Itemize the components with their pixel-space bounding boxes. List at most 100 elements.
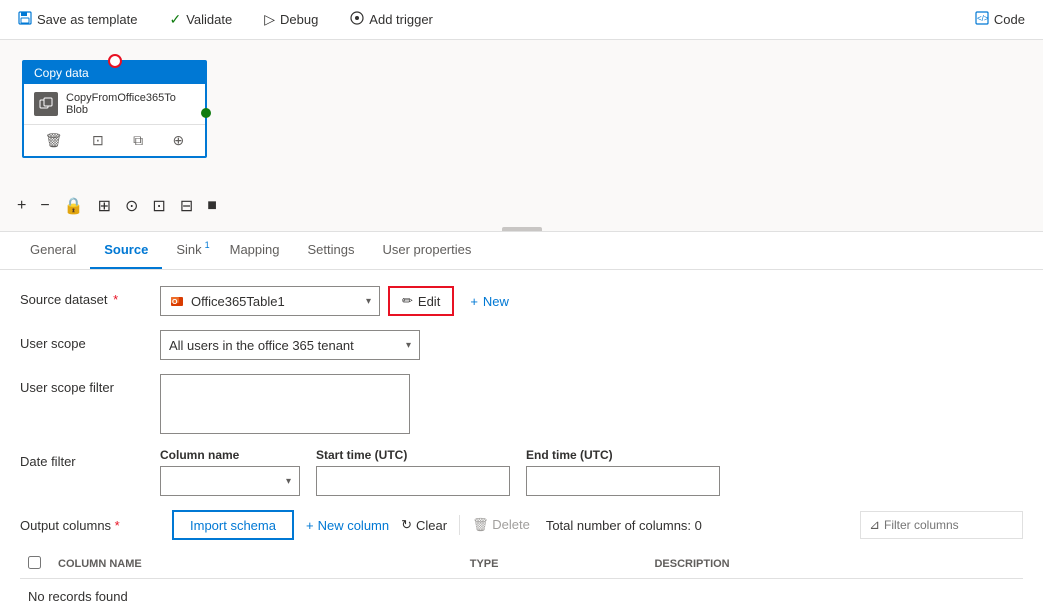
filter-columns-input[interactable] [884,518,1014,532]
column-name-col: Column name ▾ [160,448,300,496]
node-clone-button[interactable]: ⧉ [127,129,149,152]
select-all-checkbox[interactable] [28,556,41,569]
arrange-button[interactable]: ⊟ [175,193,198,219]
node-run-button[interactable]: ⊕ [167,129,191,152]
clear-button[interactable]: ↻ Clear [401,517,447,533]
source-dataset-value: Office365Table1 [191,294,360,309]
no-records-row: No records found [20,579,1023,609]
save-template-icon [18,11,32,28]
edit-button[interactable]: ✏ Edit [388,286,454,316]
add-trigger-icon [350,11,364,28]
user-scope-controls: All users in the office 365 tenant ▾ [160,330,1023,360]
new-column-button[interactable]: + New column [306,518,389,533]
zoom-out-button[interactable]: − [35,194,54,218]
end-time-label: End time (UTC) [526,448,720,462]
description-th: DESCRIPTION [646,550,1023,579]
source-dataset-controls: O Office365Table1 ▾ ✏ Edit + New [160,286,1023,316]
tab-general[interactable]: General [16,232,90,269]
code-button[interactable]: </> Code [969,7,1031,32]
import-schema-button[interactable]: Import schema [172,510,294,540]
delete-icon: 🗑 [472,517,489,532]
start-time-input[interactable] [316,466,510,496]
source-dataset-row: Source dataset * O Office365Table1 ▾ ✏ E… [20,286,1023,316]
end-time-input[interactable] [526,466,720,496]
start-time-col: Start time (UTC) [316,448,510,496]
tab-mapping[interactable]: Mapping [216,232,294,269]
node-type-icon [34,92,58,116]
save-template-button[interactable]: Save as template [12,7,143,32]
no-records-cell: No records found [20,579,1023,609]
code-label: Code [994,12,1025,27]
lock-button[interactable]: 🔒 [59,193,89,219]
output-columns-label: Output columns * [20,518,160,533]
table-header-row: COLUMN NAME TYPE DESCRIPTION [20,550,1023,579]
end-time-col: End time (UTC) [526,448,720,496]
user-scope-dropdown[interactable]: All users in the office 365 tenant ▾ [160,330,420,360]
user-scope-value: All users in the office 365 tenant [169,338,400,353]
sink-tab-badge: 1 [205,240,210,250]
add-trigger-button[interactable]: Add trigger [344,7,439,32]
filter-columns-wrap: ⊿ [860,511,1023,539]
node-status-dot [201,108,211,118]
tabs-panel: General Source Sink 1 Mapping Settings U… [0,232,1043,270]
debug-button[interactable]: ▷ Debug [258,7,324,32]
save-template-label: Save as template [37,12,137,27]
delete-button[interactable]: 🗑 Delete [472,517,530,533]
properties-area: Source dataset * O Office365Table1 ▾ ✏ E… [0,270,1043,608]
debug-label: Debug [280,12,318,27]
svg-text:O: O [172,299,178,306]
user-scope-row: User scope All users in the office 365 t… [20,330,1023,360]
select-all-th [20,550,50,579]
source-dataset-chevron: ▾ [366,296,371,307]
date-filter-fields: Column name ▾ Start time (UTC) End time … [160,448,720,496]
filter-icon: ⊿ [869,517,880,533]
date-filter-row: Date filter Column name ▾ Start time (UT… [20,448,1023,496]
fit-button[interactable]: ⊞ [93,193,116,219]
refresh-icon: ↻ [401,517,412,533]
user-scope-filter-controls [160,374,1023,434]
debug-icon: ▷ [264,11,275,28]
copy-data-node[interactable]: Copy data CopyFromOffice365ToBlob 🗑 ⊡ ⧉ … [22,60,207,158]
new-icon: + [470,294,478,309]
new-button[interactable]: + New [462,290,517,313]
node-copy-button[interactable]: ⊡ [86,129,110,152]
source-dataset-label: Source dataset * [20,286,160,307]
source-dataset-dropdown[interactable]: O Office365Table1 ▾ [160,286,380,316]
user-scope-filter-row: User scope filter [20,374,1023,434]
edit-icon: ✏ [402,293,413,309]
office365-icon: O [169,293,185,309]
validate-icon: ✓ [169,11,181,28]
tab-sink[interactable]: Sink 1 [162,232,215,269]
center-button[interactable]: ⊙ [120,193,143,219]
user-scope-filter-input[interactable] [160,374,410,434]
minimap-button[interactable]: ■ [202,194,222,218]
zoom-in-button[interactable]: + [12,194,31,218]
columns-table: COLUMN NAME TYPE DESCRIPTION No records … [20,550,1023,608]
column-name-th: COLUMN NAME [50,550,462,579]
code-icon: </> [975,11,989,28]
tab-user-properties[interactable]: User properties [368,232,485,269]
select-button[interactable]: ⊡ [147,193,170,219]
column-name-label: Column name [160,448,300,462]
column-name-chevron: ▾ [286,476,291,487]
svg-text:</>: </> [977,14,989,23]
node-body: CopyFromOffice365ToBlob [24,84,205,124]
node-circle-indicator [108,54,122,68]
date-filter-label: Date filter [20,448,160,469]
column-name-dropdown[interactable]: ▾ [160,466,300,496]
start-time-label: Start time (UTC) [316,448,510,462]
tab-source[interactable]: Source [90,232,162,269]
new-column-icon: + [306,518,314,533]
total-columns-count: Total number of columns: 0 [546,518,702,533]
user-scope-filter-label: User scope filter [20,374,160,395]
user-scope-label: User scope [20,330,160,351]
toolbar-divider [459,515,460,535]
tab-settings[interactable]: Settings [294,232,369,269]
canvas-controls: + − 🔒 ⊞ ⊙ ⊡ ⊟ ■ [12,193,222,219]
user-scope-chevron: ▾ [406,340,411,351]
validate-label: Validate [186,12,232,27]
validate-button[interactable]: ✓ Validate [163,7,238,32]
panel-resize-handle[interactable] [502,227,542,231]
node-delete-button[interactable]: 🗑 [39,129,69,152]
node-title: CopyFromOffice365ToBlob [66,92,176,116]
